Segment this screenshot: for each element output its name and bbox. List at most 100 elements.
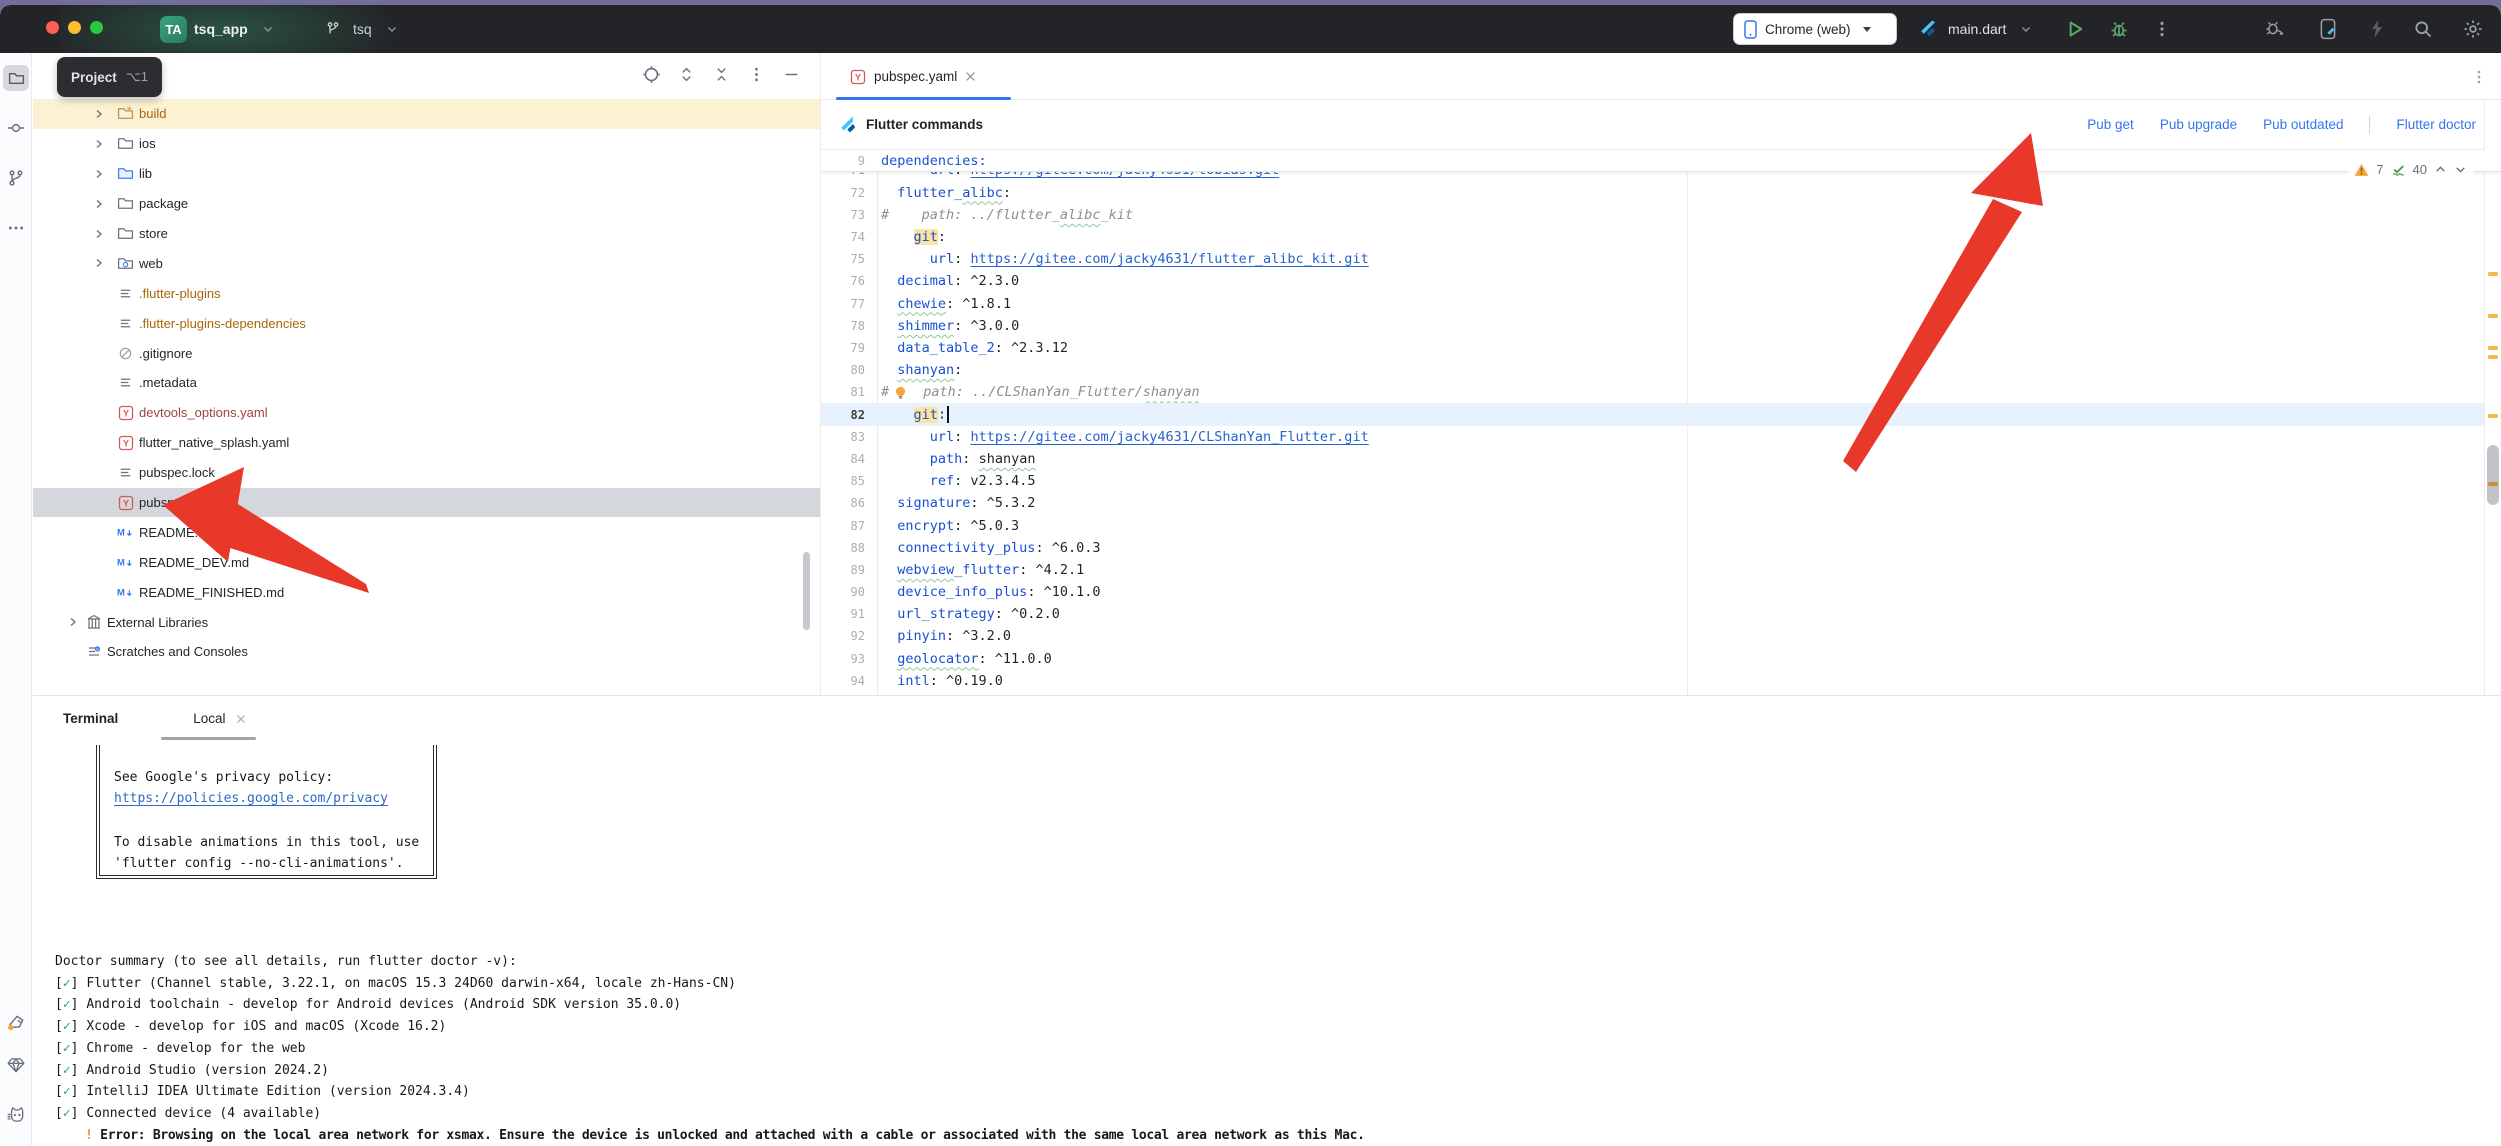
code-link[interactable]: https://gitee.com/jacky4631/CLShanYan_Fl… [970, 429, 1368, 445]
editor-scrollbar-thumb[interactable] [2487, 445, 2499, 505]
chevron-right-icon[interactable] [91, 255, 107, 271]
terminal-link[interactable]: https://policies.google.com/privacy [114, 791, 388, 806]
chevron-right-icon[interactable] [91, 106, 107, 122]
code-line-74[interactable]: 74 git: [821, 226, 2501, 248]
code-line-89[interactable]: 89 webview_flutter: ^4.2.1 [821, 559, 2501, 581]
pub-get-button[interactable]: Pub get [2087, 117, 2134, 132]
code-line-94[interactable]: 94 intl: ^0.19.0 [821, 670, 2501, 692]
search-everywhere-icon[interactable] [2410, 16, 2436, 42]
tree-row-scratches-and-consoles[interactable]: 0Scratches and Consoles [33, 637, 820, 667]
code-line-86[interactable]: 86 signature: ^5.3.2 [821, 492, 2501, 514]
next-problem-icon[interactable] [2454, 163, 2467, 176]
warning-tick[interactable] [2488, 272, 2498, 276]
close-terminal-tab-icon[interactable] [236, 714, 246, 724]
warning-tick[interactable] [2488, 414, 2498, 418]
intention-bulb-icon[interactable] [893, 385, 908, 400]
diamond-plugin-icon[interactable] [3, 1052, 29, 1078]
commit-icon[interactable] [3, 115, 29, 141]
more-tools-icon[interactable] [3, 215, 29, 241]
code-line-81[interactable]: 81# path: ../CLShanYan_Flutter/shanyan [821, 381, 2501, 403]
chevron-right-icon[interactable] [91, 166, 107, 182]
chevron-right-icon[interactable] [65, 614, 81, 630]
tree-row-lib[interactable]: lib [33, 159, 820, 189]
branch-widget[interactable]: tsq [320, 5, 405, 53]
terminal-panel-title[interactable]: Terminal [63, 711, 118, 726]
run-button[interactable] [2062, 16, 2088, 42]
warning-tick[interactable] [2488, 482, 2498, 486]
locate-file-icon[interactable] [640, 63, 662, 85]
sticky-line[interactable]: 9 dependencies: [821, 150, 2501, 172]
maximize-window-button[interactable] [90, 21, 103, 34]
tab-list-icon[interactable] [2467, 65, 2491, 89]
flutter-attach-icon[interactable] [2261, 16, 2287, 42]
tree-row-external-libraries[interactable]: External Libraries [33, 607, 820, 637]
minimize-window-button[interactable] [68, 21, 81, 34]
tree-row--flutter-plugins-dependencies[interactable]: .flutter-plugins-dependencies [33, 308, 820, 338]
chevron-right-icon[interactable] [91, 196, 107, 212]
code-line-85[interactable]: 85 ref: v2.3.4.5 [821, 470, 2501, 492]
warning-tick[interactable] [2488, 346, 2498, 350]
tree-row-readme-finished-md[interactable]: MREADME_FINISHED.md [33, 577, 820, 607]
code-line-92[interactable]: 92 pinyin: ^3.2.0 [821, 625, 2501, 647]
code-editor[interactable]: 7 40 9 dependencies: 71 url: https://git… [821, 150, 2501, 695]
close-tab-icon[interactable] [965, 71, 976, 82]
panel-scrollbar[interactable] [803, 552, 810, 630]
hide-panel-icon[interactable] [780, 63, 802, 85]
code-line-82[interactable]: 82 git: [821, 403, 2501, 425]
flutter-doctor-button[interactable]: Flutter doctor [2396, 117, 2476, 132]
run-config-selector[interactable]: main.dart [1915, 5, 2039, 53]
code-line-80[interactable]: 80 shanyan: [821, 359, 2501, 381]
device-selector[interactable]: Chrome (web) [1733, 13, 1897, 45]
expand-all-icon[interactable] [675, 63, 697, 85]
code-line-77[interactable]: 77 chewie: ^1.8.1 [821, 293, 2501, 315]
tree-row-pubspec-lock[interactable]: pubspec.lock [33, 458, 820, 488]
chevron-right-icon[interactable] [91, 136, 107, 152]
code-line-87[interactable]: 87 encrypt: ^5.0.3 [821, 514, 2501, 536]
inspections-widget[interactable]: 7 40 [2348, 159, 2473, 180]
pen-plugin-icon[interactable] [3, 1010, 29, 1036]
settings-gear-icon[interactable] [2460, 16, 2486, 42]
code-line-75[interactable]: 75 url: https://gitee.com/jacky4631/flut… [821, 248, 2501, 270]
code-line-71[interactable]: 71 url: https://gitee.com/jacky4631/tobi… [821, 172, 2501, 182]
tree-row-flutter-native-splash-yaml[interactable]: Yflutter_native_splash.yaml [33, 428, 820, 458]
terminal-tab-local[interactable]: Local [193, 711, 245, 726]
code-line-91[interactable]: 91 url_strategy: ^0.2.0 [821, 603, 2501, 625]
flutter-devtools-icon[interactable] [2315, 16, 2341, 42]
code-line-76[interactable]: 76 decimal: ^2.3.0 [821, 270, 2501, 292]
tree-row-build[interactable]: ✳build [33, 99, 820, 129]
warning-tick[interactable] [2488, 314, 2498, 318]
cat-plugin-icon[interactable] [3, 1102, 29, 1128]
code-link[interactable]: https://gitee.com/jacky4631/tobias.git [970, 172, 1279, 178]
collapse-all-icon[interactable] [710, 63, 732, 85]
code-line-78[interactable]: 78 shimmer: ^3.0.0 [821, 315, 2501, 337]
tree-row--gitignore[interactable]: .gitignore [33, 338, 820, 368]
code-line-72[interactable]: 72 flutter_alibc: [821, 182, 2501, 204]
tree-row-readme-dev-md[interactable]: MREADME_DEV.md [33, 547, 820, 577]
editor-error-stripe[interactable] [2484, 100, 2501, 695]
panel-options-icon[interactable] [745, 63, 767, 85]
debug-button[interactable] [2106, 16, 2132, 42]
code-line-90[interactable]: 90 device_info_plus: ^10.1.0 [821, 581, 2501, 603]
pub-upgrade-button[interactable]: Pub upgrade [2160, 117, 2237, 132]
tree-row--flutter-plugins[interactable]: .flutter-plugins [33, 278, 820, 308]
tree-row-readme-md[interactable]: MREADME.md [33, 517, 820, 547]
tree-row-devtools-options-yaml[interactable]: Ydevtools_options.yaml [33, 398, 820, 428]
tree-row-pubspec-yaml[interactable]: Ypubspec.yaml [33, 488, 820, 518]
close-window-button[interactable] [46, 21, 59, 34]
code-line-83[interactable]: 83 url: https://gitee.com/jacky4631/CLSh… [821, 426, 2501, 448]
more-actions-button[interactable] [2149, 16, 2175, 42]
chevron-right-icon[interactable] [91, 226, 107, 242]
warning-tick[interactable] [2488, 355, 2498, 359]
project-folder-icon[interactable] [3, 65, 29, 91]
tree-row-store[interactable]: store [33, 219, 820, 249]
tree-row-ios[interactable]: ios [33, 129, 820, 159]
code-line-79[interactable]: 79 data_table_2: ^2.3.12 [821, 337, 2501, 359]
editor-tab-pubspec[interactable]: Y pubspec.yaml [836, 53, 990, 100]
tree-row--metadata[interactable]: .metadata [33, 368, 820, 398]
code-line-93[interactable]: 93 geolocator: ^11.0.0 [821, 648, 2501, 670]
project-widget[interactable]: TA tsq_app [160, 5, 281, 53]
code-link[interactable]: https://gitee.com/jacky4631/flutter_alib… [970, 251, 1368, 267]
prev-problem-icon[interactable] [2434, 163, 2447, 176]
tree-row-web[interactable]: web [33, 248, 820, 278]
pub-outdated-button[interactable]: Pub outdated [2263, 117, 2343, 132]
